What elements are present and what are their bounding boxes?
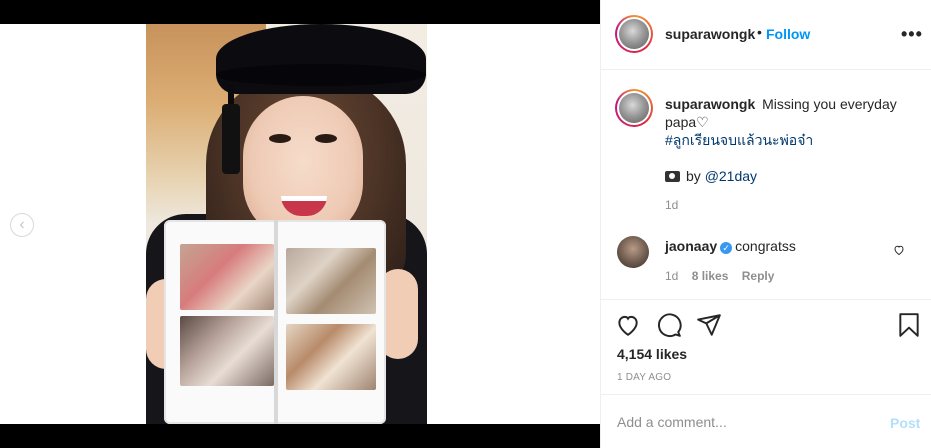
comment-item: jaonaay ✓ congratss 1d 8 likes Reply: [601, 231, 931, 297]
post-header: suparawongk • Follow •••: [601, 0, 931, 70]
post-photo[interactable]: [146, 24, 427, 424]
photo-credit: by @21day: [665, 167, 915, 185]
likes-count[interactable]: 4,154 likes: [617, 346, 687, 362]
caption: suparawongk Missing you everyday papa♡ #…: [601, 71, 931, 231]
like-heart-icon[interactable]: [615, 312, 641, 338]
more-options-icon[interactable]: •••: [901, 24, 923, 45]
follow-button[interactable]: Follow: [766, 26, 810, 42]
caption-text: suparawongk Missing you everyday papa♡ #…: [665, 95, 915, 185]
photo-book: [164, 220, 386, 424]
media-area: ‹: [0, 0, 600, 448]
book-photo: [180, 316, 274, 386]
caption-hashtag[interactable]: #ลูกเรียนจบแล้วนะพ่อจ๋า: [665, 131, 915, 149]
comment-input[interactable]: [617, 411, 867, 433]
comment-meta: 1d 8 likes Reply: [665, 269, 784, 283]
commenter-avatar[interactable]: [617, 236, 649, 268]
comment-text: congratss: [735, 238, 796, 254]
post-comment-button[interactable]: Post: [890, 415, 920, 431]
comment-time[interactable]: 1d: [665, 269, 678, 283]
caption-avatar[interactable]: [615, 89, 653, 127]
comment-like-heart-icon[interactable]: [893, 244, 905, 256]
share-paper-plane-icon[interactable]: [696, 312, 722, 338]
camera-icon: [665, 171, 680, 182]
previous-image-button[interactable]: ‹: [10, 213, 34, 237]
add-comment-bar: Post: [601, 394, 931, 448]
caption-time[interactable]: 1d: [665, 198, 678, 212]
action-bar: 4,154 likes 1 DAY AGO: [601, 299, 931, 393]
book-photo: [286, 248, 376, 314]
avatar[interactable]: [615, 15, 653, 53]
book-photo: [286, 324, 376, 390]
post-details-panel: suparawongk • Follow ••• suparawongk Mis…: [600, 0, 931, 448]
reply-button[interactable]: Reply: [742, 269, 775, 283]
credit-mention[interactable]: @21day: [705, 168, 757, 184]
book-photo: [180, 244, 274, 310]
commenter-username[interactable]: jaonaay: [665, 238, 717, 254]
caption-username[interactable]: suparawongk: [665, 96, 755, 112]
verified-badge-icon: ✓: [720, 242, 733, 254]
comment-likes[interactable]: 8 likes: [692, 269, 729, 283]
author-username[interactable]: suparawongk: [665, 26, 755, 42]
post-timestamp[interactable]: 1 DAY AGO: [617, 372, 671, 383]
comment-bubble-icon[interactable]: [656, 312, 682, 338]
separator-dot: •: [757, 24, 762, 40]
save-bookmark-icon[interactable]: [896, 312, 922, 338]
